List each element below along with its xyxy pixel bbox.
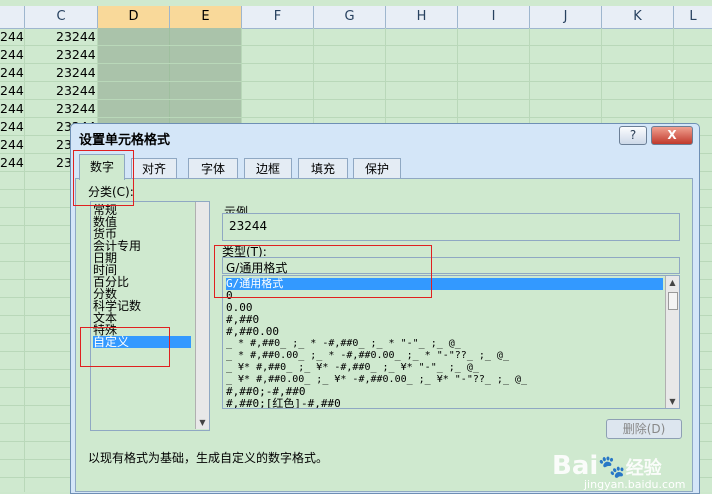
highlight-box-custom-category <box>80 327 170 367</box>
category-list[interactable]: 常规 数值 货币 会计专用 日期 时间 百分比 分数 科学记数 文本 特殊 自定… <box>90 201 210 431</box>
column-header-j[interactable]: J <box>530 6 602 28</box>
watermark-brand: Bai <box>552 451 599 481</box>
cell-c3[interactable]: 23244 <box>56 64 96 81</box>
dialog-title: 设置单元格格式 <box>79 133 171 148</box>
column-header-row: C D E F G H I J K L <box>0 6 712 29</box>
column-header-l[interactable]: L <box>674 6 712 28</box>
format-scrollbar[interactable]: ▲ ▼ <box>665 276 679 408</box>
tab-protection[interactable]: 保护 <box>353 158 401 179</box>
cell-b2[interactable]: 244 <box>0 46 24 63</box>
cell-b3[interactable]: 244 <box>0 64 24 81</box>
hint-text: 以现有格式为基础，生成自定义的数字格式。 <box>88 451 329 465</box>
tab-font[interactable]: 字体 <box>188 158 238 179</box>
cell-b5[interactable]: 244 <box>0 100 24 117</box>
watermark-logo: Bai🐾经验 <box>552 451 662 481</box>
watermark-url: jingyan.baidu.com <box>584 478 686 491</box>
category-scrollbar[interactable]: ▼ <box>195 202 209 429</box>
format-item[interactable]: #,##0.00 <box>226 326 279 338</box>
cell-b6[interactable]: 244 <box>0 118 24 135</box>
cell-b1[interactable]: 244 <box>0 28 24 45</box>
scroll-up-arrow-icon[interactable]: ▲ <box>666 278 679 287</box>
format-item[interactable]: #,##0;[红色]-#,##0 <box>226 398 341 409</box>
column-header-g[interactable]: G <box>314 6 386 28</box>
paw-icon: 🐾 <box>598 455 626 480</box>
column-header-f[interactable]: F <box>242 6 314 28</box>
scroll-thumb[interactable] <box>668 292 678 310</box>
scroll-down-arrow-icon[interactable]: ▼ <box>666 397 679 406</box>
cell-c1[interactable]: 23244 <box>56 28 96 45</box>
column-header-b[interactable] <box>0 6 25 28</box>
close-button[interactable]: X <box>651 126 693 145</box>
highlight-box-type-field <box>214 245 432 298</box>
cell-c4[interactable]: 23244 <box>56 82 96 99</box>
tab-fill[interactable]: 填充 <box>298 158 348 179</box>
format-item[interactable]: _ * #,##0_ ;_ * -#,##0_ ;_ * "-"_ ;_ @_ <box>226 338 461 350</box>
format-cells-dialog: 设置单元格格式 ? X 数字 对齐 字体 边框 填充 保护 分类(C): 常规 … <box>70 123 700 494</box>
watermark-brand2: 经验 <box>625 458 662 479</box>
column-header-h[interactable]: H <box>386 6 458 28</box>
column-header-d[interactable]: D <box>98 6 170 28</box>
column-header-i[interactable]: I <box>458 6 530 28</box>
sample-value: 23244 <box>229 219 268 233</box>
tab-border[interactable]: 边框 <box>244 158 292 179</box>
tab-number[interactable]: 数字 <box>79 154 125 180</box>
tab-alignment[interactable]: 对齐 <box>131 158 177 179</box>
delete-button[interactable]: 删除(D) <box>606 419 682 439</box>
format-item[interactable]: _ ¥* #,##0_ ;_ ¥* -#,##0_ ;_ ¥* "-"_ ;_ … <box>226 362 479 374</box>
cell-c5[interactable]: 23244 <box>56 100 96 117</box>
column-header-c[interactable]: C <box>25 6 98 28</box>
column-header-e[interactable]: E <box>170 6 242 28</box>
cell-b7[interactable]: 244 <box>0 136 24 153</box>
cell-b4[interactable]: 244 <box>0 82 24 99</box>
help-button[interactable]: ? <box>619 126 647 145</box>
cell-b8[interactable]: 244 <box>0 154 24 171</box>
scroll-down-arrow-icon[interactable]: ▼ <box>196 418 209 427</box>
cell-c2[interactable]: 23244 <box>56 46 96 63</box>
format-item[interactable]: _ * #,##0.00_ ;_ * -#,##0.00_ ;_ * "-"??… <box>226 350 509 362</box>
column-header-k[interactable]: K <box>602 6 674 28</box>
sample-box: 23244 <box>222 213 680 241</box>
